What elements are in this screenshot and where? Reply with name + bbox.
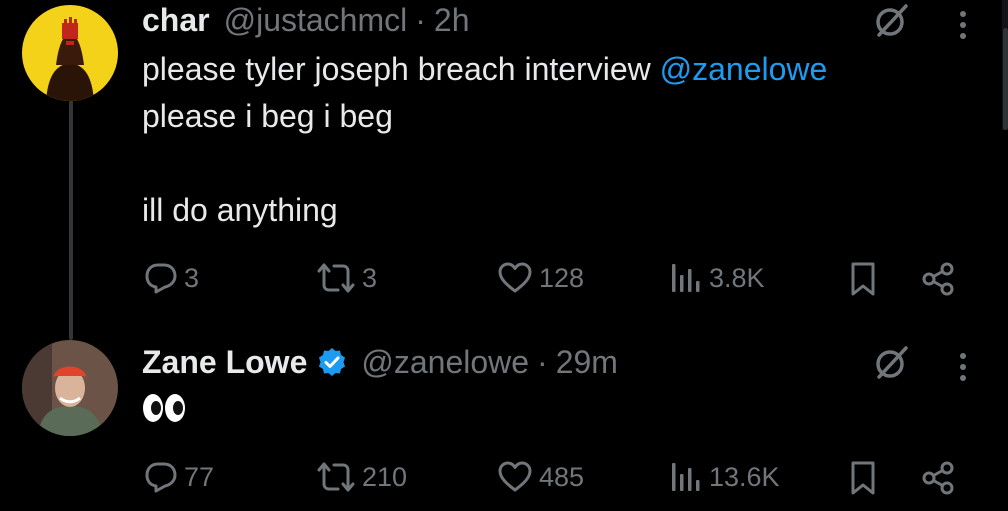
like-button[interactable]: 128 bbox=[497, 261, 584, 295]
like-count: 128 bbox=[539, 262, 585, 293]
share-button[interactable] bbox=[920, 261, 956, 297]
eyes-emoji-icon bbox=[143, 394, 185, 422]
share-icon bbox=[922, 461, 954, 495]
comment-icon bbox=[145, 263, 177, 294]
repost-count: 210 bbox=[362, 461, 408, 492]
heart-icon bbox=[498, 461, 532, 492]
comment-icon bbox=[145, 462, 177, 493]
separator-dot: · bbox=[537, 343, 548, 380]
repost-button[interactable]: 3 bbox=[316, 261, 377, 295]
author-name[interactable]: Zane Lowe bbox=[142, 344, 307, 381]
views-button[interactable]: 13.6K bbox=[669, 460, 780, 494]
analytics-icon bbox=[672, 264, 700, 292]
repost-icon bbox=[317, 462, 355, 492]
repost-count: 3 bbox=[362, 262, 378, 293]
reply-count: 3 bbox=[184, 262, 200, 293]
avatar[interactable] bbox=[22, 340, 118, 436]
analytics-icon bbox=[672, 463, 700, 491]
grok-button[interactable] bbox=[866, 342, 916, 384]
tweet-text-part: please tyler joseph breach interview bbox=[142, 51, 660, 87]
author-handle[interactable]: @zanelowe bbox=[361, 344, 529, 381]
timestamp[interactable]: 29m bbox=[556, 344, 618, 381]
separator-dot: · bbox=[415, 1, 426, 38]
grok-icon bbox=[876, 346, 908, 379]
reply-button[interactable]: 77 bbox=[144, 460, 214, 494]
mention-link[interactable]: @zanelowe bbox=[660, 51, 828, 87]
views-button[interactable]: 3.8K bbox=[669, 261, 765, 295]
tweet-header: char @justachmcl · 2h bbox=[142, 0, 469, 40]
scrollbar[interactable] bbox=[1002, 0, 1008, 130]
views-count: 13.6K bbox=[709, 461, 780, 492]
more-options-button[interactable] bbox=[948, 348, 978, 386]
reply-button[interactable]: 3 bbox=[144, 261, 199, 295]
bookmark-icon bbox=[851, 461, 875, 495]
more-vertical-icon bbox=[960, 11, 966, 39]
grok-icon bbox=[876, 4, 908, 37]
more-options-button[interactable] bbox=[948, 6, 978, 44]
views-count: 3.8K bbox=[709, 262, 765, 293]
scrollbar-thumb[interactable] bbox=[1003, 28, 1008, 130]
bookmark-button[interactable] bbox=[848, 261, 878, 297]
verified-badge-icon[interactable] bbox=[317, 347, 347, 377]
share-button[interactable] bbox=[920, 460, 956, 496]
bookmark-icon bbox=[851, 262, 875, 296]
tweet-text-part: please i beg i beg ill do anything bbox=[142, 98, 393, 228]
more-vertical-icon bbox=[960, 353, 966, 381]
author-name[interactable]: char bbox=[142, 2, 210, 39]
thread-connector-line bbox=[69, 100, 73, 340]
tweet-text: please tyler joseph breach interview @za… bbox=[142, 46, 827, 234]
tweet-header: Zane Lowe @zanelowe · 29m bbox=[142, 342, 618, 382]
tweet-text: 👀 bbox=[142, 392, 186, 429]
repost-button[interactable]: 210 bbox=[316, 460, 407, 494]
like-count: 485 bbox=[539, 461, 585, 492]
author-handle[interactable]: @justachmcl bbox=[224, 2, 408, 39]
grok-button[interactable] bbox=[866, 0, 916, 42]
share-icon bbox=[922, 262, 954, 296]
avatar[interactable] bbox=[22, 5, 118, 101]
repost-icon bbox=[317, 263, 355, 293]
heart-icon bbox=[498, 262, 532, 293]
bookmark-button[interactable] bbox=[848, 460, 878, 496]
timestamp[interactable]: 2h bbox=[434, 2, 470, 39]
like-button[interactable]: 485 bbox=[497, 460, 584, 494]
reply-count: 77 bbox=[184, 461, 215, 492]
